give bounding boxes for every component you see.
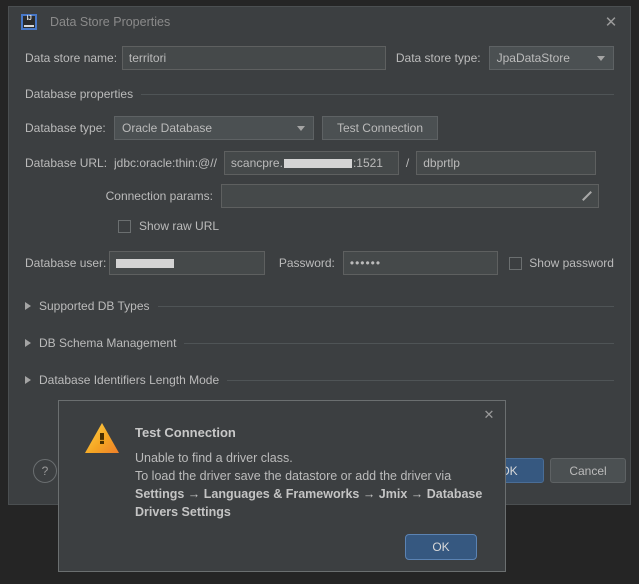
show-raw-url-row: Show raw URL bbox=[25, 219, 614, 233]
help-button[interactable]: ? bbox=[33, 459, 57, 483]
chevron-right-icon bbox=[25, 376, 31, 384]
section-label: DB Schema Management bbox=[39, 336, 177, 350]
warning-exclamation-mark bbox=[100, 433, 104, 444]
database-url-label: Database URL: bbox=[25, 156, 108, 170]
data-store-name-row: Data store name: territori Data store ty… bbox=[25, 46, 614, 70]
test-connection-modal: ✕ Test Connection Unable to find a drive… bbox=[58, 400, 506, 572]
data-store-name-input[interactable]: territori bbox=[121, 46, 386, 70]
dialog-titlebar: Data Store Properties ✕ bbox=[9, 7, 630, 37]
modal-close-icon[interactable]: ✕ bbox=[479, 405, 499, 425]
close-icon[interactable]: ✕ bbox=[598, 10, 624, 34]
url-port-value: :1521 bbox=[352, 156, 383, 170]
section-label: Supported DB Types bbox=[39, 299, 150, 313]
connection-params-input[interactable] bbox=[221, 184, 599, 208]
modal-message: Unable to find a driver class. To load t… bbox=[135, 449, 485, 521]
database-type-label: Database type: bbox=[25, 121, 106, 135]
database-user-input[interactable] bbox=[109, 251, 265, 275]
chevron-right-icon bbox=[25, 339, 31, 347]
chevron-down-icon bbox=[596, 55, 605, 61]
cancel-button[interactable]: Cancel bbox=[550, 458, 626, 483]
url-database-input[interactable]: dbprtlp bbox=[416, 151, 597, 175]
show-password-checkbox[interactable] bbox=[509, 256, 523, 270]
database-user-row: Database user: Password: •••••• Show pas… bbox=[25, 251, 614, 275]
url-host-input[interactable]: scancpre. :1521 bbox=[223, 151, 399, 175]
database-properties-group-header: Database properties bbox=[25, 87, 614, 101]
database-type-row: Database type: Oracle Database Test Conn… bbox=[25, 116, 614, 140]
modal-ok-button[interactable]: OK bbox=[405, 534, 477, 560]
url-prefix-text: jdbc:oracle:thin:@// bbox=[114, 151, 217, 175]
pencil-icon[interactable] bbox=[579, 189, 593, 203]
connection-params-label: Connection params: bbox=[105, 189, 213, 203]
dialog-title: Data Store Properties bbox=[50, 15, 171, 29]
data-store-type-value: JpaDataStore bbox=[496, 51, 570, 65]
password-label: Password: bbox=[278, 256, 335, 270]
section-db-schema-management[interactable]: DB Schema Management bbox=[25, 336, 614, 350]
section-divider bbox=[184, 342, 614, 344]
intellij-idea-icon bbox=[21, 14, 37, 30]
url-host-value: scancpre. bbox=[230, 156, 283, 170]
chevron-right-icon bbox=[25, 302, 31, 310]
section-divider bbox=[157, 305, 614, 307]
modal-title: Test Connection bbox=[135, 425, 236, 440]
data-store-type-label: Data store type: bbox=[395, 51, 481, 65]
database-type-select[interactable]: Oracle Database bbox=[114, 116, 314, 140]
modal-message-line-4: Drivers Settings bbox=[135, 505, 231, 519]
chevron-down-icon bbox=[297, 125, 305, 131]
database-user-label: Database user: bbox=[25, 256, 107, 270]
redacted-host bbox=[283, 158, 352, 168]
group-divider bbox=[141, 93, 614, 95]
section-supported-db-types[interactable]: Supported DB Types bbox=[25, 299, 614, 313]
dialog-body: Data store name: territori Data store ty… bbox=[9, 46, 630, 387]
show-raw-url-label: Show raw URL bbox=[139, 219, 220, 233]
modal-message-line-3: Settings → Languages & Frameworks → Jmix… bbox=[135, 487, 483, 501]
database-type-value: Oracle Database bbox=[122, 121, 213, 135]
database-url-row: Database URL: jdbc:oracle:thin:@// scanc… bbox=[25, 151, 614, 175]
test-connection-button[interactable]: Test Connection bbox=[322, 116, 438, 140]
url-separator: / bbox=[405, 156, 410, 170]
modal-message-line-1: Unable to find a driver class. bbox=[135, 451, 293, 465]
connection-params-row: Connection params: bbox=[25, 184, 614, 208]
modal-message-line-2: To load the driver save the datastore or… bbox=[135, 469, 452, 483]
password-input[interactable]: •••••• bbox=[342, 251, 499, 275]
redacted-username bbox=[116, 258, 175, 268]
section-divider bbox=[227, 379, 614, 381]
show-password-label: Show password bbox=[529, 256, 614, 270]
show-raw-url-checkbox[interactable] bbox=[118, 219, 131, 233]
database-properties-group-label: Database properties bbox=[25, 87, 134, 101]
data-store-type-select[interactable]: JpaDataStore bbox=[488, 46, 614, 70]
section-database-identifiers-length-mode[interactable]: Database Identifiers Length Mode bbox=[25, 373, 614, 387]
data-store-name-label: Data store name: bbox=[25, 51, 118, 65]
section-label: Database Identifiers Length Mode bbox=[39, 373, 220, 387]
